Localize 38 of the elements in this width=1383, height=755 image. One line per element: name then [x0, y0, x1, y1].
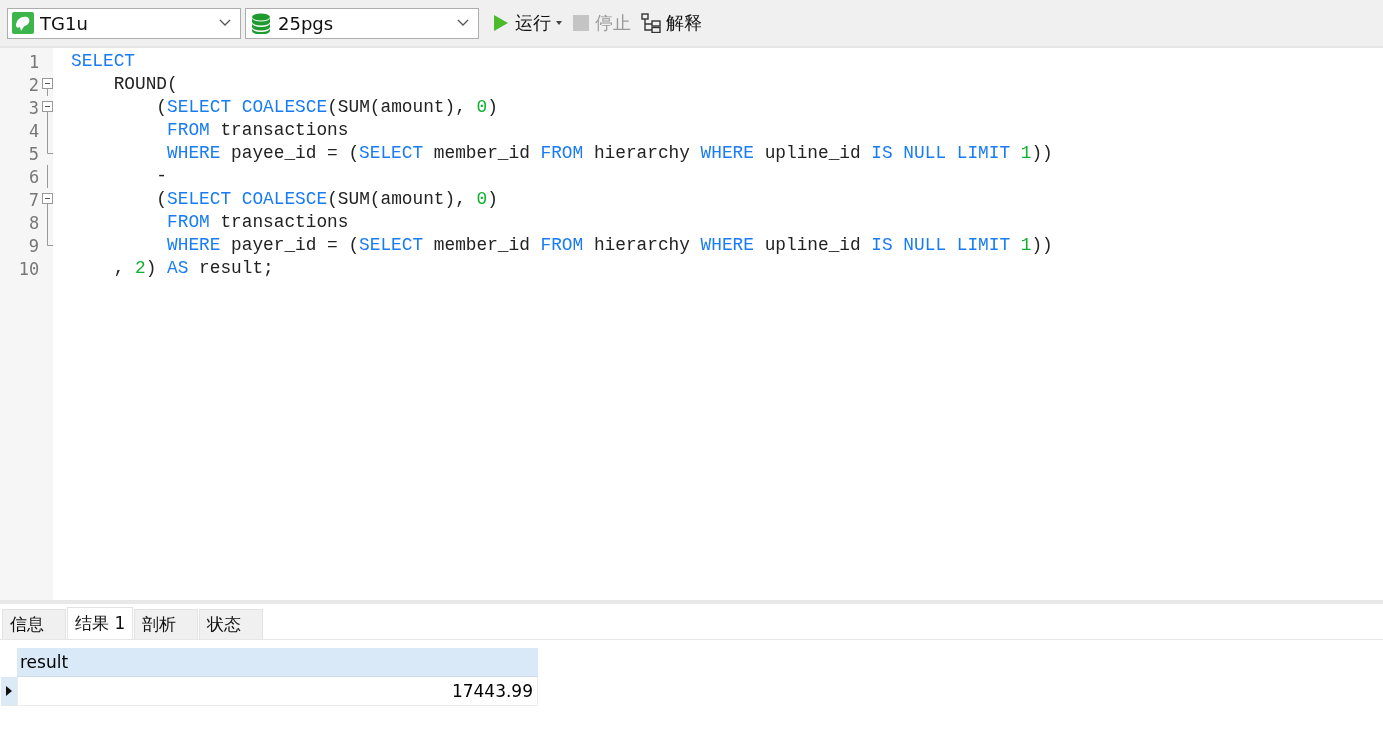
code-line: -	[155, 165, 168, 188]
code-line: FROM transactions	[166, 119, 349, 142]
stop-icon	[572, 14, 590, 32]
explain-button[interactable]: 解释	[638, 8, 705, 38]
line-number: 6	[27, 166, 40, 187]
code-line: SELECT	[71, 50, 136, 73]
code-line: (SELECT COALESCE(SUM(amount), 0)	[155, 188, 498, 211]
chevron-down-icon	[457, 19, 469, 27]
dolphin-icon	[12, 12, 34, 34]
database-icon	[250, 12, 272, 34]
code-line: , 2) AS result;	[112, 257, 274, 280]
line-number: 10	[17, 258, 40, 279]
table-cell: 17443.99	[17, 677, 538, 706]
run-button[interactable]: 运行	[489, 8, 565, 38]
connection-dropdown[interactable]: TG1u	[7, 7, 241, 39]
line-number: 4	[27, 120, 40, 141]
code-line: (SELECT COALESCE(SUM(amount), 0)	[155, 96, 498, 119]
line-number: 8	[27, 212, 40, 233]
line-number: 2	[27, 74, 39, 95]
result-tab[interactable]: 结果 1	[67, 607, 134, 639]
result-tab[interactable]: 剖析	[134, 609, 199, 639]
play-icon	[492, 14, 510, 32]
result-tab[interactable]: 信息	[2, 609, 66, 639]
code-line: ROUND(	[112, 73, 178, 96]
line-number: 9	[27, 235, 39, 256]
caret-icon	[556, 21, 562, 25]
code-line: WHERE payer_id = (SELECT member_id FROM hierarchy WHERE upline_id IS NULL LIMIT 1))	[166, 234, 1053, 257]
diagram-icon	[641, 13, 661, 33]
code-line: WHERE payee_id = (SELECT member_id FROM hierarchy WHERE upline_id IS NULL LIMIT 1))	[166, 142, 1053, 165]
line-number: 3	[27, 97, 39, 118]
line-number: 5	[27, 143, 39, 164]
code-line: FROM transactions	[166, 211, 349, 234]
database-dropdown[interactable]: 25pgs	[245, 7, 479, 39]
result-tab[interactable]: 状态	[199, 609, 264, 639]
line-number: 1	[27, 51, 40, 72]
line-number: 7	[27, 189, 39, 210]
column-header[interactable]: result	[17, 648, 538, 677]
chevron-down-icon	[219, 19, 231, 27]
